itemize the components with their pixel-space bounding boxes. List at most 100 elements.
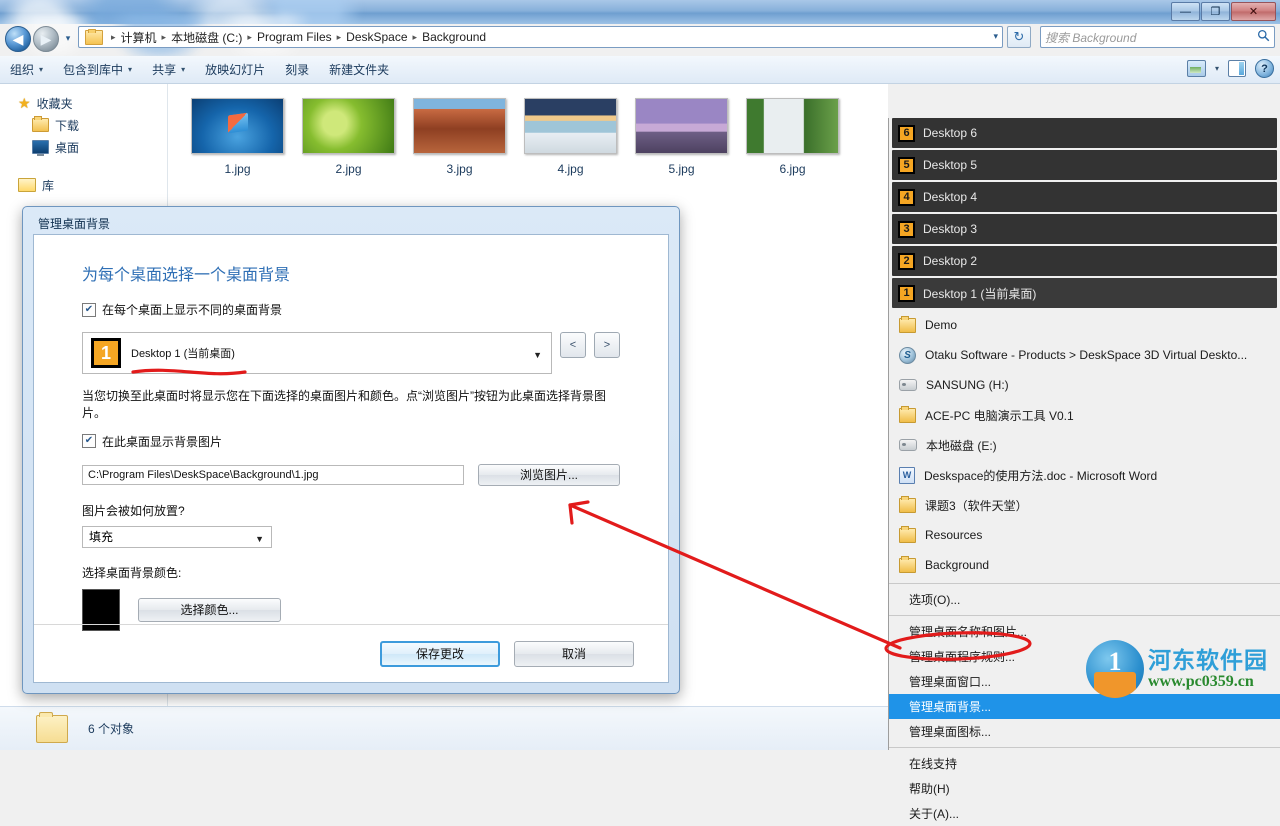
cmd-include-label: 包含到库中 (63, 63, 124, 77)
forward-button[interactable]: ▶ (33, 26, 59, 52)
refresh-button[interactable]: ↻ (1007, 26, 1031, 48)
deskspace-window-item[interactable]: 课题3（软件天堂） (889, 490, 1280, 520)
desktop-select[interactable]: 1 Desktop 1 (当前桌面) ▼ (82, 332, 552, 374)
desktop-number-badge: 2 (898, 252, 915, 270)
breadcrumb-item-1[interactable]: 本地磁盘 (C:) (171, 29, 242, 46)
previous-desktop-button[interactable]: < (560, 332, 586, 358)
watermark-texts: 河东软件园 www.pc0359.cn (1148, 648, 1268, 691)
deskspace-window-item[interactable]: Deskspace的使用方法.doc - Microsoft Word (889, 460, 1280, 490)
menu-item-help[interactable]: 帮助(H) (889, 776, 1280, 801)
image-path-input[interactable]: C:\Program Files\DeskSpace\Background\1.… (82, 464, 464, 485)
search-input[interactable]: 搜索 Background (1045, 29, 1257, 46)
cmd-burn[interactable]: 刻录 (275, 58, 319, 81)
cmd-new-folder[interactable]: 新建文件夹 (319, 58, 399, 81)
save-button[interactable]: 保存更改 (380, 640, 500, 667)
cmd-organize[interactable]: 组织 ▾ (0, 58, 53, 81)
deskspace-window-item[interactable]: Demo (889, 310, 1280, 340)
preview-pane-icon[interactable] (1228, 60, 1246, 77)
menu-item-online-support[interactable]: 在线支持 (889, 751, 1280, 776)
chevron-down-icon[interactable]: ▾ (993, 31, 998, 42)
chevron-down-icon[interactable]: ▾ (1215, 64, 1219, 73)
breadcrumb-item-3[interactable]: DeskSpace (346, 30, 407, 44)
search-box[interactable]: 搜索 Background (1040, 26, 1275, 48)
maximize-button[interactable]: ❐ (1201, 2, 1230, 21)
desktop-label: Desktop 5 (923, 158, 978, 172)
cmd-include-in-library[interactable]: 包含到库中 ▾ (53, 58, 142, 81)
file-thumbnail (302, 98, 395, 154)
next-desktop-button[interactable]: > (594, 332, 620, 358)
chevron-down-icon: ▾ (128, 65, 133, 74)
desktop-label: Desktop 1 (当前桌面) (923, 286, 1037, 301)
close-button[interactable]: ✕ (1231, 2, 1276, 21)
watermark: 河东软件园 www.pc0359.cn (1086, 638, 1276, 700)
recent-locations-icon[interactable]: ▾ (62, 33, 74, 45)
checkbox-different-background-row[interactable]: ✔ 在每个桌面上显示不同的桌面背景 (82, 301, 620, 318)
folder-icon (899, 495, 916, 513)
cmd-share[interactable]: 共享 ▾ (142, 58, 195, 81)
deskspace-desktop-item[interactable]: 2 Desktop 2 (892, 246, 1277, 276)
deskspace-window-item[interactable]: ACE-PC 电脑演示工具 V0.1 (889, 400, 1280, 430)
cmd-slideshow[interactable]: 放映幻灯片 (195, 58, 275, 81)
window-label: Resources (925, 528, 983, 542)
file-item[interactable]: 4.jpg (515, 98, 626, 176)
breadcrumb-separator: ▸ (336, 31, 342, 42)
menu-separator (889, 583, 1280, 584)
watermark-url: www.pc0359.cn (1148, 672, 1254, 690)
nav-item-favorites[interactable]: ★ 收藏夹 (0, 92, 167, 114)
cancel-button[interactable]: 取消 (514, 640, 634, 667)
change-view-icon[interactable] (1186, 60, 1206, 77)
chevron-down-icon[interactable]: ▼ (255, 534, 264, 544)
file-item[interactable]: 6.jpg (737, 98, 848, 176)
desktop-number-badge: 6 (898, 124, 915, 142)
nav-item-desktop[interactable]: 桌面 (0, 136, 167, 158)
deskspace-desktop-item[interactable]: 3 Desktop 3 (892, 214, 1277, 244)
pick-color-button[interactable]: 选择颜色... (138, 597, 281, 622)
back-button[interactable]: ◀ (5, 26, 31, 52)
deskspace-desktop-item-current[interactable]: 1 Desktop 1 (当前桌面) (892, 278, 1277, 308)
file-item[interactable]: 1.jpg (182, 98, 293, 176)
menu-item-manage-icons[interactable]: 管理桌面图标... (889, 719, 1280, 744)
breadcrumb-item-0[interactable]: 计算机 (121, 29, 157, 46)
deskspace-desktop-item[interactable]: 6 Desktop 6 (892, 118, 1277, 148)
deskspace-desktop-item[interactable]: 5 Desktop 5 (892, 150, 1277, 180)
folder-icon (899, 315, 916, 333)
desktop-number-badge: 4 (898, 188, 915, 206)
file-thumbnail (191, 98, 284, 154)
breadcrumb-item-2[interactable]: Program Files (257, 30, 332, 44)
deskspace-window-item[interactable]: Resources (889, 520, 1280, 550)
deskspace-window-item[interactable]: SANSUNG (H:) (889, 370, 1280, 400)
file-item[interactable]: 5.jpg (626, 98, 737, 176)
breadcrumb-item-4[interactable]: Background (422, 30, 486, 44)
nav-item-label: 库 (42, 178, 55, 193)
deskspace-window-item[interactable]: Otaku Software - Products > DeskSpace 3D… (889, 340, 1280, 370)
breadcrumb[interactable]: ▸ 计算机 ▸ 本地磁盘 (C:) ▸ Program Files ▸ Desk… (78, 26, 1003, 48)
nav-item-libraries[interactable]: 库 (0, 174, 167, 196)
menu-item-about[interactable]: 关于(A)... (889, 801, 1280, 826)
deskspace-window-item[interactable]: Background (889, 550, 1280, 580)
help-icon[interactable]: ? (1255, 59, 1274, 78)
chevron-down-icon[interactable]: ▼ (533, 350, 542, 360)
deskspace-desktop-item[interactable]: 4 Desktop 4 (892, 182, 1277, 212)
file-item[interactable]: 3.jpg (404, 98, 515, 176)
file-name: 2.jpg (335, 162, 362, 176)
menu-item-options[interactable]: 选项(O)... (889, 587, 1280, 612)
desktop-label: Desktop 2 (923, 254, 978, 268)
nav-item-downloads[interactable]: 下载 (0, 114, 167, 136)
status-text: 6 个对象 (88, 722, 135, 736)
deskspace-window-item[interactable]: 本地磁盘 (E:) (889, 430, 1280, 460)
placement-select[interactable]: 填充 ▼ (82, 525, 272, 548)
window-label: 课题3（软件天堂） (925, 498, 1028, 513)
window-label: Deskspace的使用方法.doc - Microsoft Word (924, 468, 1158, 483)
checkbox-show-background[interactable]: ✔ (82, 434, 96, 449)
checkbox-show-background-label: 在此桌面显示背景图片 (102, 434, 223, 449)
browse-image-button[interactable]: 浏览图片... (478, 463, 620, 486)
folder-icon (85, 28, 103, 45)
chevron-down-icon: ▾ (39, 65, 44, 74)
minimize-button[interactable]: — (1171, 2, 1200, 21)
checkbox-show-background-row[interactable]: ✔ 在此桌面显示背景图片 (82, 433, 620, 450)
checkbox-different-background[interactable]: ✔ (82, 302, 96, 317)
command-bar-right: ▾ ? (1186, 59, 1274, 78)
word-icon (899, 466, 915, 484)
desktop-number-badge: 1 (898, 284, 915, 302)
file-item[interactable]: 2.jpg (293, 98, 404, 176)
